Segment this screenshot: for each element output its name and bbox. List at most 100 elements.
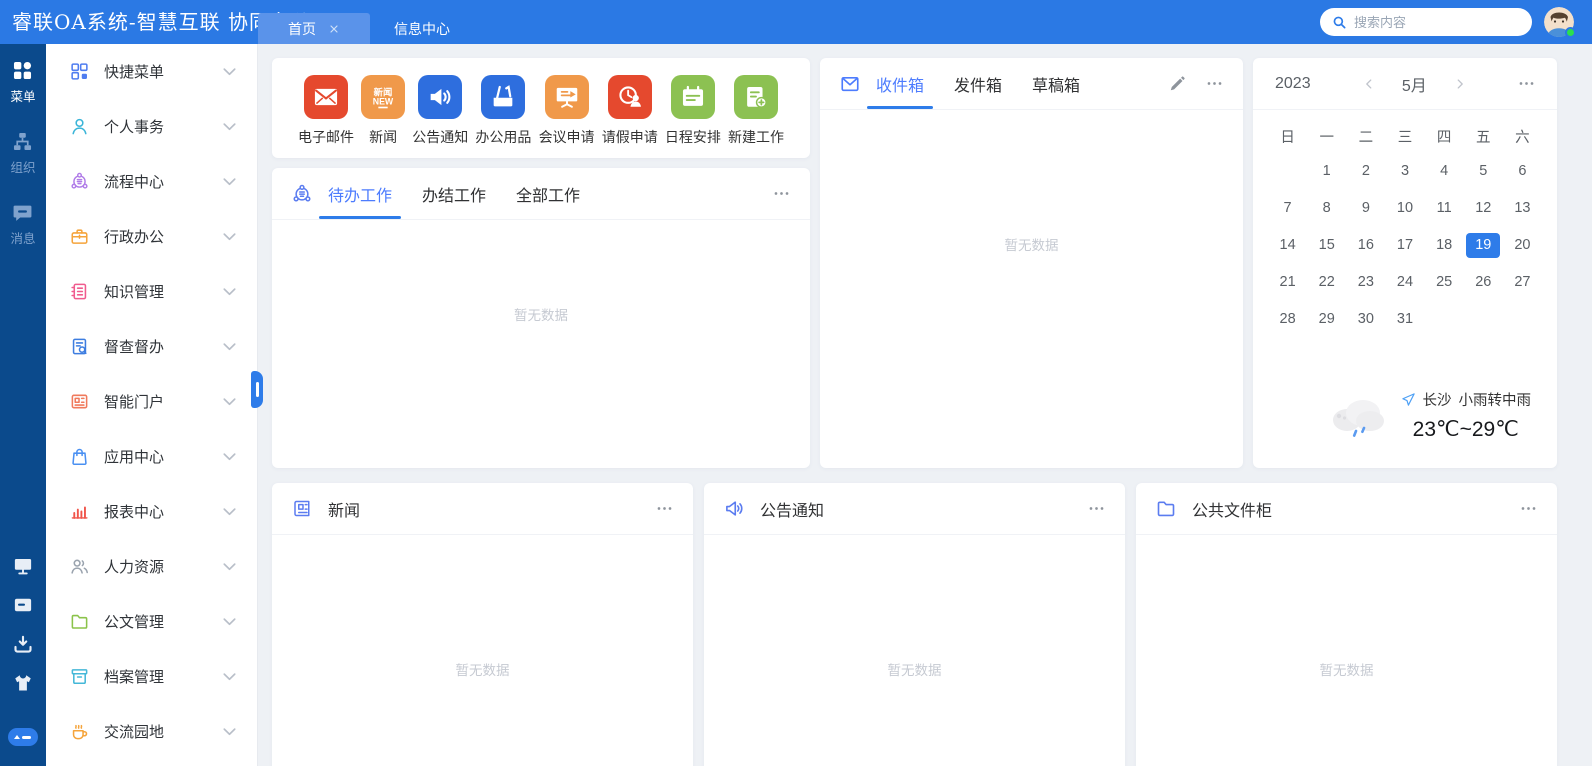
calendar-day[interactable]: 5 [1464, 159, 1503, 184]
mail-tab[interactable]: 草稿箱 [1032, 58, 1080, 109]
calendar-day[interactable]: 31 [1385, 307, 1424, 332]
search-box[interactable] [1320, 8, 1532, 36]
download-icon[interactable] [13, 634, 33, 654]
chevron-down-icon[interactable] [220, 337, 239, 356]
search-input[interactable] [1354, 15, 1530, 30]
app-shortcut[interactable]: 新闻NEW 新闻 [361, 75, 405, 147]
calendar-day[interactable]: 13 [1503, 196, 1542, 221]
calendar-day[interactable]: 30 [1346, 307, 1385, 332]
app-shortcut[interactable]: 新建工作 [728, 75, 784, 147]
calendar-day[interactable]: 16 [1346, 233, 1385, 258]
calendar-day[interactable]: 9 [1346, 196, 1385, 221]
chevron-down-icon[interactable] [220, 172, 239, 191]
chevron-down-icon[interactable] [220, 447, 239, 466]
calendar-day[interactable]: 26 [1464, 270, 1503, 295]
calendar-day[interactable]: 29 [1307, 307, 1346, 332]
menu-item[interactable]: 公文管理 [46, 594, 257, 649]
menu-item[interactable]: 快捷菜单 [46, 44, 257, 99]
calendar-day[interactable] [1503, 307, 1542, 332]
calendar-day[interactable]: 6 [1503, 159, 1542, 184]
menu-item[interactable]: 交流园地 [46, 704, 257, 759]
chevron-down-icon[interactable] [220, 227, 239, 246]
calendar-day[interactable]: 27 [1503, 270, 1542, 295]
calendar-day[interactable]: 11 [1425, 196, 1464, 221]
rail-item[interactable]: 菜单 [10, 60, 35, 105]
calendar-day[interactable]: 21 [1268, 270, 1307, 295]
chevron-down-icon[interactable] [220, 612, 239, 631]
mail-tab[interactable]: 收件箱 [876, 58, 924, 109]
card-icon[interactable] [13, 595, 33, 615]
menu-item[interactable]: 知识管理 [46, 264, 257, 319]
calendar-day[interactable]: 15 [1307, 233, 1346, 258]
work-tab[interactable]: 待办工作 [328, 168, 392, 219]
menu-item[interactable]: 流程中心 [46, 154, 257, 209]
mail-tab[interactable]: 发件箱 [954, 58, 1002, 109]
collapse-toggle[interactable] [8, 728, 38, 746]
calendar-day[interactable]: 25 [1425, 270, 1464, 295]
menu-item[interactable]: 个人事务 [46, 99, 257, 154]
chevron-down-icon[interactable] [220, 282, 239, 301]
calendar-day[interactable]: 18 [1425, 233, 1464, 258]
calendar-day[interactable] [1425, 307, 1464, 332]
avatar[interactable] [1544, 7, 1574, 37]
chevron-down-icon[interactable] [220, 62, 239, 81]
calendar-day[interactable]: 12 [1464, 196, 1503, 221]
calendar-day[interactable]: 10 [1385, 196, 1424, 221]
prev-month-button[interactable] [1362, 77, 1376, 91]
calendar-day[interactable]: 2 [1346, 159, 1385, 184]
menu-item[interactable]: 行政办公 [46, 209, 257, 264]
rail-item[interactable]: 消息 [10, 202, 35, 247]
chevron-down-icon[interactable] [220, 557, 239, 576]
panel-collapse-handle[interactable] [251, 371, 263, 408]
menu-item[interactable]: 智能门户 [46, 374, 257, 429]
menu-item[interactable]: 人力资源 [46, 539, 257, 594]
close-icon[interactable] [328, 23, 340, 35]
more-icon[interactable] [1520, 500, 1537, 517]
calendar-day[interactable] [1268, 159, 1307, 184]
calendar-day[interactable] [1464, 307, 1503, 332]
shirt-icon[interactable] [13, 673, 33, 693]
app-shortcut[interactable]: 请假申请 [602, 75, 658, 147]
menu-item[interactable]: 督查督办 [46, 319, 257, 374]
more-icon[interactable] [1518, 75, 1535, 92]
calendar-day[interactable]: 17 [1385, 233, 1424, 258]
calendar-day[interactable]: 20 [1503, 233, 1542, 258]
chevron-down-icon[interactable] [220, 667, 239, 686]
app-shortcut[interactable]: 办公用品 [475, 75, 531, 147]
work-tab[interactable]: 办结工作 [422, 168, 486, 219]
calendar-day[interactable]: 8 [1307, 196, 1346, 221]
calendar-day[interactable]: 1 [1307, 159, 1346, 184]
calendar-day[interactable]: 4 [1425, 159, 1464, 184]
nav-tab[interactable]: 首页 [258, 13, 370, 44]
app-shortcut[interactable]: 电子邮件 [298, 75, 354, 147]
calendar-day[interactable]: 14 [1268, 233, 1307, 258]
calendar-day[interactable]: 24 [1385, 270, 1424, 295]
calendar-day[interactable]: 7 [1268, 196, 1307, 221]
app-shortcut[interactable]: 公告通知 [412, 75, 468, 147]
calendar-day[interactable]: 22 [1307, 270, 1346, 295]
app-shortcut[interactable]: 会议申请 [539, 75, 595, 147]
monitor-icon[interactable] [13, 556, 33, 576]
nav-tab[interactable]: 信息中心 [370, 13, 474, 44]
app-shortcut[interactable]: 日程安排 [665, 75, 721, 147]
menu-item[interactable]: 报表中心 [46, 484, 257, 539]
compose-icon[interactable] [1169, 75, 1186, 92]
more-icon[interactable] [656, 500, 673, 517]
chevron-down-icon[interactable] [220, 502, 239, 521]
card-title: 新闻 [328, 497, 360, 521]
rail-item[interactable]: 组织 [10, 131, 35, 176]
calendar-day[interactable]: 3 [1385, 159, 1424, 184]
calendar-day[interactable]: 28 [1268, 307, 1307, 332]
next-month-button[interactable] [1453, 77, 1467, 91]
chevron-down-icon[interactable] [220, 722, 239, 741]
chevron-down-icon[interactable] [220, 117, 239, 136]
more-icon[interactable] [1206, 75, 1223, 92]
calendar-day[interactable]: 19 [1466, 233, 1500, 258]
work-tab[interactable]: 全部工作 [516, 168, 580, 219]
menu-item[interactable]: 应用中心 [46, 429, 257, 484]
calendar-day[interactable]: 23 [1346, 270, 1385, 295]
more-icon[interactable] [1088, 500, 1105, 517]
more-icon[interactable] [773, 185, 790, 202]
menu-item[interactable]: 档案管理 [46, 649, 257, 704]
chevron-down-icon[interactable] [220, 392, 239, 411]
